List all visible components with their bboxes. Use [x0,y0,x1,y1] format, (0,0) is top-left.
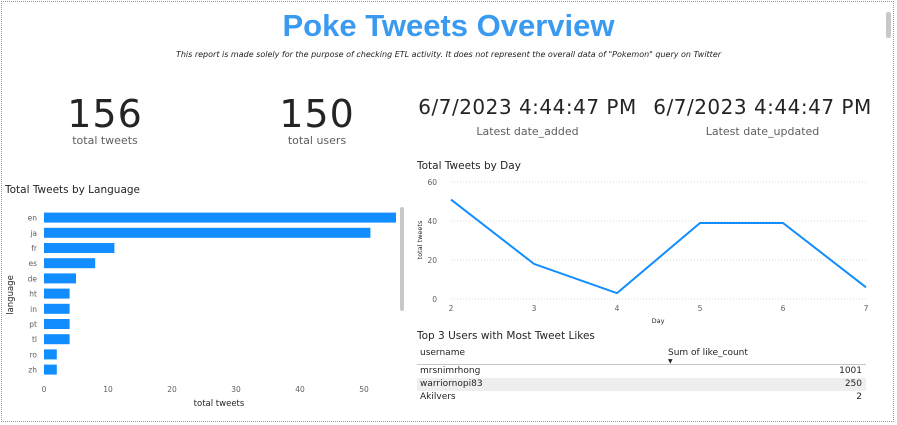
y-axis-label: language [6,275,16,315]
latest-date-added-label: Latest date_added [476,125,579,138]
sort-descending-icon[interactable]: ▼ [668,358,673,365]
bar [44,334,70,345]
y-tick-label: ro [29,350,37,359]
x-tick-label: 10 [103,385,113,394]
y-tick-label: es [28,259,37,268]
y-tick-label: tl [32,335,37,344]
bar [44,364,57,375]
bar [44,212,396,223]
likes-cell: 2 [856,392,862,402]
bar [44,243,115,253]
x-tick-label: 2 [449,304,454,313]
table-row[interactable]: mrsnimrhong 1001 [417,365,866,378]
day-line-chart[interactable]: 0 20 40 60 2 3 4 5 6 7 Day total tweets [410,172,880,327]
language-bar-chart[interactable]: en ja fr es de ht in pt tl ro zh 0 10 20 30 40 50 total t… [0,200,405,415]
report-title: Poke Tweets Overview [282,8,615,43]
day-chart-title: Total Tweets by Day [417,160,521,172]
username-cell: Akilvers [420,392,456,402]
total-users-card[interactable]: 150 total users [262,92,372,147]
likes-cell: 250 [844,379,862,389]
bar [44,303,70,314]
x-tick-label: 5 [698,304,703,313]
bar [44,349,57,360]
series-line [450,198,867,295]
y-tick-label: ja [29,229,37,238]
bar [44,273,76,284]
table-header: username Sum of like_count ▼ [417,346,866,365]
y-tick-label: 20 [427,256,437,265]
x-tick-label: 6 [781,304,786,313]
x-tick-label: 30 [231,385,241,394]
language-chart-title: Total Tweets by Language [5,184,141,196]
latest-date-updated-label: Latest date_updated [705,125,820,138]
language-chart-scrollbar[interactable] [400,207,404,311]
x-tick-label: 4 [615,304,620,313]
x-tick-label: 3 [532,304,537,313]
bar [44,227,371,238]
likes-cell: 1001 [839,366,862,376]
total-users-value: 150 [279,92,355,136]
y-tick-label: 40 [427,217,437,226]
table-row[interactable]: warriornopi83 250 [417,378,866,391]
y-tick-label: fr [31,244,38,253]
x-axis-label: total tweets [194,399,245,409]
latest-date-updated-card[interactable]: 6/7/2023 4:44:47 PM Latest date_updated [645,95,880,138]
report-subtitle: This report is made solely for the purpo… [175,50,722,59]
latest-date-added-card[interactable]: 6/7/2023 4:44:47 PM Latest date_added [410,95,645,138]
table-row[interactable]: Akilvers 2 [417,391,866,404]
y-tick-label: 0 [432,295,437,304]
column-header-username[interactable]: username [420,348,465,358]
total-tweets-value: 156 [67,92,143,136]
y-tick-label: zh [28,366,37,375]
column-header-like-count[interactable]: Sum of like_count [668,348,748,358]
y-axis-label: total tweets [416,220,424,259]
y-tick-label: de [28,274,38,283]
username-cell: warriornopi83 [420,379,483,389]
username-cell: mrsnimrhong [420,366,481,376]
total-tweets-card[interactable]: 156 total tweets [50,92,160,147]
latest-date-added-value: 6/7/2023 4:44:47 PM [418,95,637,119]
y-tick-label: in [30,305,37,314]
x-tick-label: 20 [167,385,177,394]
bar [44,288,70,299]
x-tick-label: 0 [42,385,47,394]
x-tick-label: 50 [359,385,369,394]
y-tick-label: 60 [427,178,437,187]
y-tick-label: pt [29,320,37,329]
top-users-table[interactable]: username Sum of like_count ▼ mrsnimrhong… [417,346,866,404]
y-tick-label: en [28,214,38,223]
x-tick-label: 7 [864,304,869,313]
x-axis-label: Day [652,317,665,325]
bar [44,258,96,269]
y-tick-label: ht [29,290,37,299]
top-users-title: Top 3 Users with Most Tweet Likes [417,330,595,342]
bar [44,319,70,329]
x-tick-label: 40 [295,385,305,394]
latest-date-updated-value: 6/7/2023 4:44:47 PM [653,95,872,119]
